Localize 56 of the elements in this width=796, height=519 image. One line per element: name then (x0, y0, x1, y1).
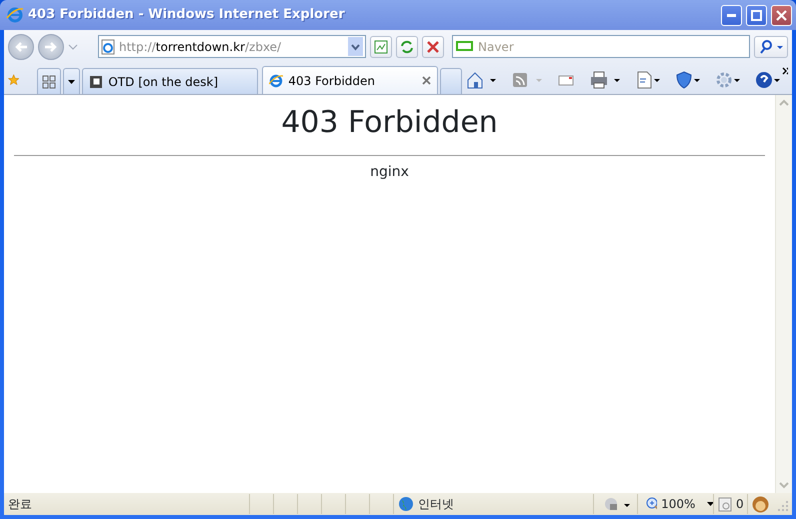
forward-button[interactable] (38, 34, 64, 60)
url-text: http://torrentdown.kr/zbxe/ (119, 38, 282, 56)
globe-icon (398, 496, 414, 512)
quick-tabs-button[interactable] (37, 68, 62, 94)
minimize-icon (727, 14, 736, 16)
page-icon (101, 38, 115, 54)
caret-icon (707, 502, 713, 506)
back-arrow-icon (14, 40, 28, 52)
site-icon (89, 74, 104, 88)
minimize-button[interactable] (721, 4, 742, 26)
caret-icon (68, 80, 76, 84)
close-tab-icon[interactable] (422, 76, 432, 85)
help-icon[interactable] (756, 71, 780, 89)
dropdown-icon[interactable] (348, 37, 363, 56)
search-icon (759, 40, 783, 54)
search-provider-icon (456, 41, 473, 51)
stop-icon (427, 40, 439, 52)
more-tools-chevron-icon[interactable] (782, 67, 788, 75)
tab-list-button[interactable] (63, 68, 80, 94)
zoom-control[interactable]: 100% (637, 494, 713, 514)
browser-tab[interactable]: 403 Forbidden (262, 66, 438, 94)
browser-logo-icon (269, 74, 284, 88)
zoom-icon (646, 497, 658, 511)
tools-gear-icon[interactable] (716, 71, 740, 89)
maximize-button[interactable] (746, 4, 767, 26)
home-icon[interactable] (466, 71, 496, 89)
maximize-icon (751, 10, 762, 20)
window-title: 403 Forbidden - Windows Internet Explorer (28, 6, 346, 24)
address-field[interactable]: http://torrentdown.kr/zbxe/ (98, 35, 366, 58)
grid-icon (42, 74, 56, 88)
browser-logo-icon (6, 6, 24, 24)
error-heading: 403 Forbidden (280, 105, 499, 141)
refresh-icon (400, 40, 414, 54)
status-text: 완료 (7, 496, 33, 513)
mail-icon[interactable] (558, 73, 574, 87)
addon-icon[interactable] (752, 496, 769, 512)
close-button[interactable] (771, 4, 792, 26)
history-dropdown-icon[interactable] (68, 44, 78, 50)
search-button[interactable] (754, 36, 788, 58)
close-icon (776, 10, 787, 20)
forward-arrow-icon (44, 40, 58, 52)
compatibility-view-button[interactable] (370, 36, 392, 58)
print-icon[interactable] (590, 71, 620, 89)
search-field[interactable]: Naver (452, 35, 750, 58)
safety-shield-icon[interactable] (676, 71, 700, 89)
blocked-count: 0 (736, 496, 744, 513)
feeds-icon[interactable] (512, 71, 542, 89)
stop-button[interactable] (422, 36, 444, 58)
security-zone-text: 인터넷 (418, 496, 454, 513)
resize-grip-icon[interactable] (778, 501, 788, 511)
browser-tab[interactable]: OTD [on the desk] (82, 68, 258, 94)
refresh-button[interactable] (396, 36, 418, 58)
back-button[interactable] (8, 34, 34, 60)
server-name: nginx (369, 163, 410, 182)
popup-blocker-icon[interactable] (718, 496, 732, 512)
page-menu-icon[interactable] (636, 71, 660, 89)
